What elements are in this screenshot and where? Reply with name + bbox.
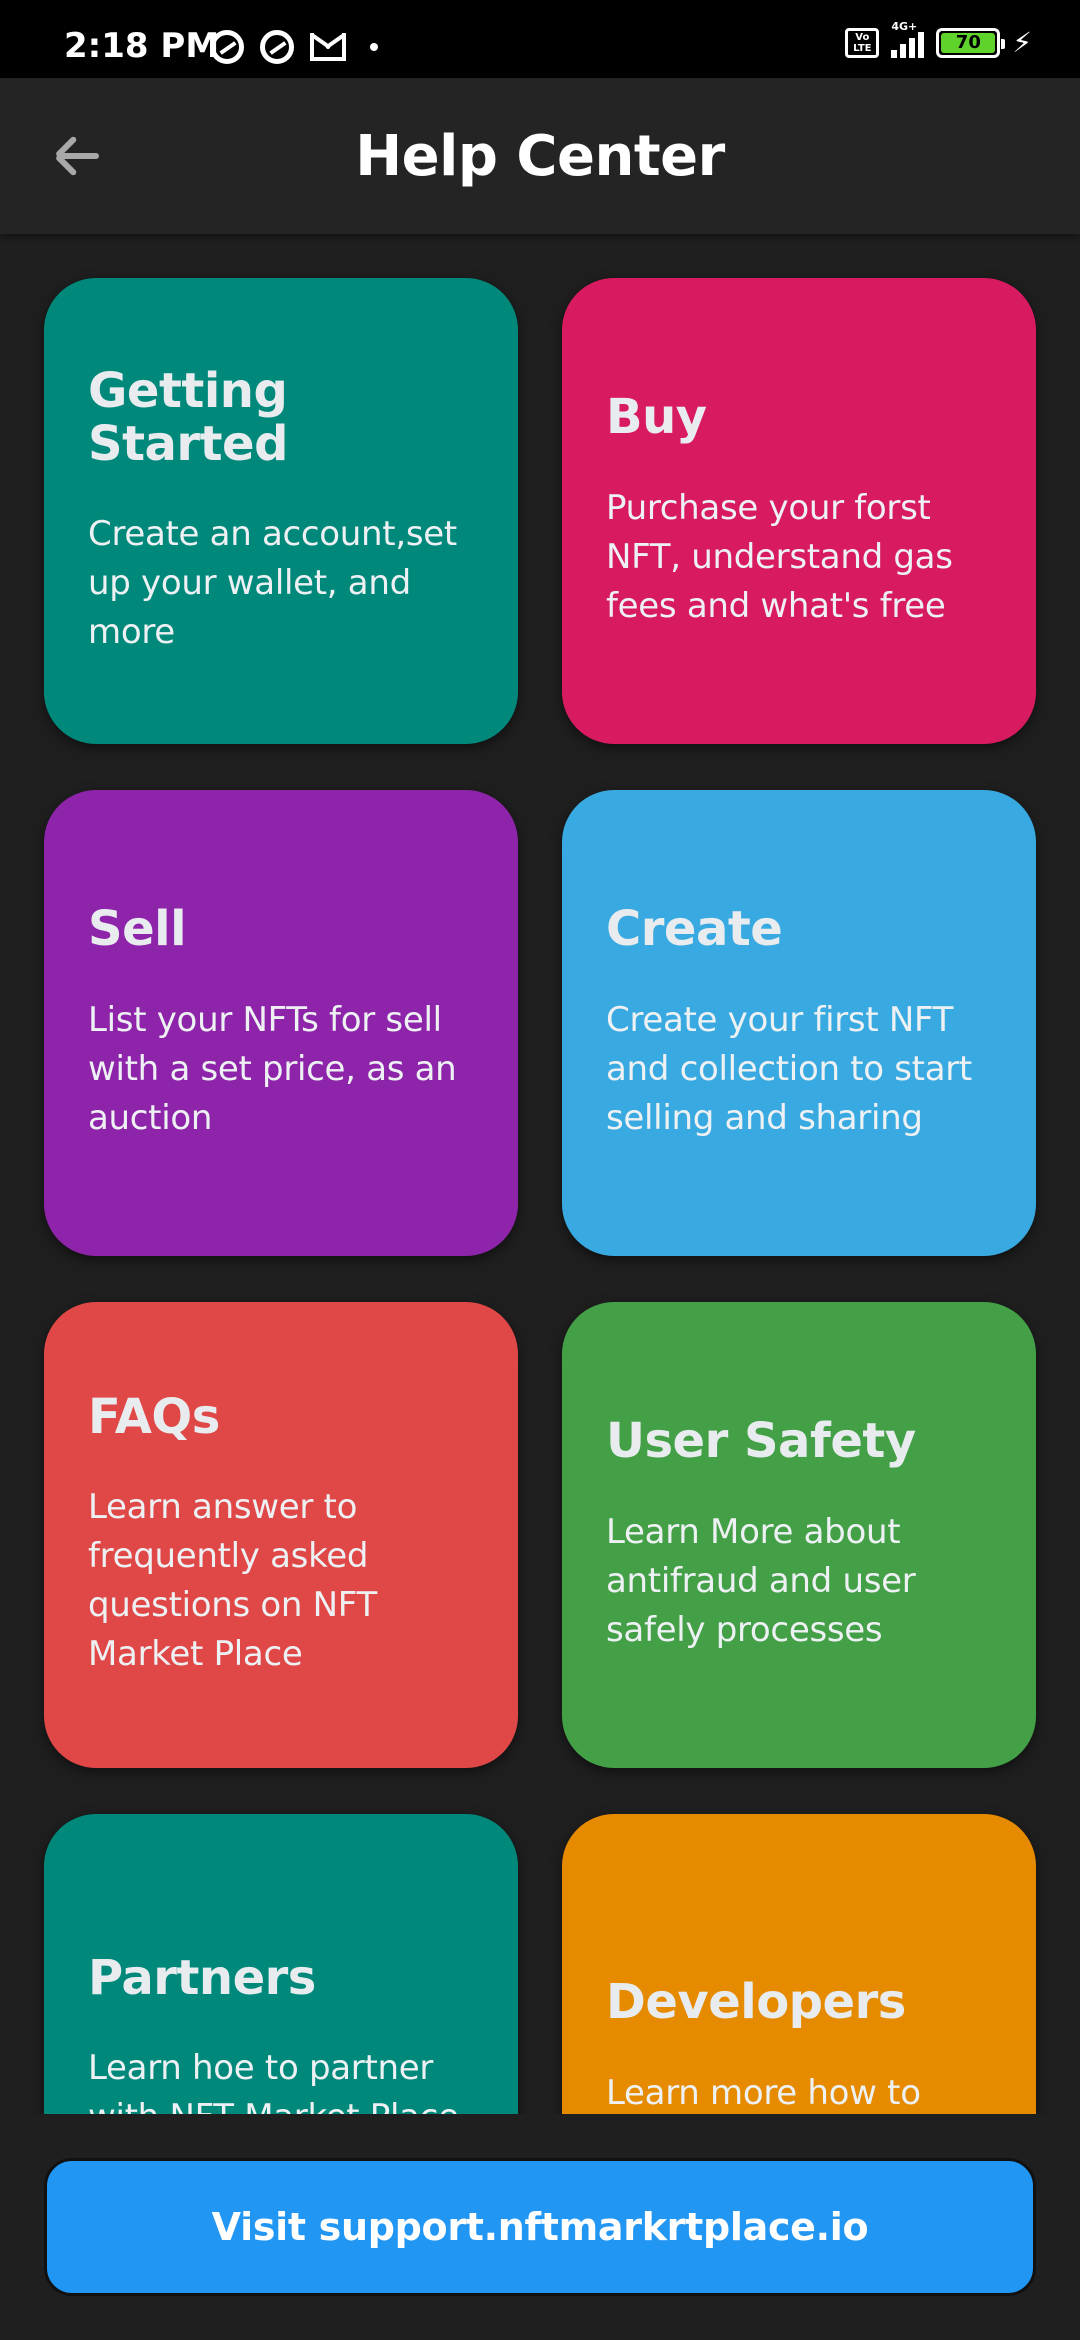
system-icons: Vo LTE 4G+ 70 ⚡ bbox=[845, 20, 1032, 59]
card-title: Sell bbox=[88, 901, 187, 958]
target-icon bbox=[260, 30, 294, 64]
gmail-icon bbox=[310, 33, 346, 61]
card-sell[interactable]: Sell List your NFTs for sell with a set … bbox=[44, 790, 518, 1256]
volte-icon: Vo LTE bbox=[845, 28, 880, 58]
visit-support-button[interactable]: Visit support.nftmarkrtplace.io bbox=[44, 2158, 1036, 2296]
card-title: Partners bbox=[88, 1949, 316, 2006]
status-bar: 2:18 PM Vo LTE 4G+ 70 ⚡ bbox=[0, 0, 1080, 78]
card-description: Create your first NFT and collection to … bbox=[606, 999, 972, 1138]
card-description: Learn More about antifraud and user safe… bbox=[606, 1511, 916, 1650]
card-user-safety[interactable]: User Safety Learn More about antifraud a… bbox=[562, 1302, 1036, 1768]
card-description: Purchase your forst NFT, understand gas … bbox=[606, 487, 953, 626]
card-title: Buy bbox=[606, 389, 707, 446]
notification-icons bbox=[210, 30, 378, 64]
status-time: 2:18 PM bbox=[64, 26, 220, 66]
battery-icon: 70 bbox=[936, 28, 1006, 58]
card-buy[interactable]: Buy Purchase your forst NFT, understand … bbox=[562, 278, 1036, 744]
app-bar: Help Center bbox=[0, 78, 1080, 234]
card-description: Learn more how to bbox=[606, 2072, 921, 2113]
page-title: Help Center bbox=[355, 124, 725, 189]
card-partners[interactable]: Partners Learn hoe to partner with NFT M… bbox=[44, 1814, 518, 2114]
charging-icon: ⚡ bbox=[1012, 26, 1032, 59]
card-create[interactable]: Create Create your first NFT and collect… bbox=[562, 790, 1036, 1256]
target-icon bbox=[210, 30, 244, 64]
card-getting-started[interactable]: Getting Started Create an account,set up… bbox=[44, 278, 518, 744]
card-developers[interactable]: Developers Learn more how to bbox=[562, 1814, 1036, 2114]
card-title: Developers bbox=[606, 1974, 906, 2031]
card-description: Create an account,set up your wallet, an… bbox=[88, 514, 457, 653]
card-title: Getting Started bbox=[88, 362, 288, 472]
help-topics-grid[interactable]: Getting Started Create an account,set up… bbox=[0, 234, 1080, 2114]
card-title: Create bbox=[606, 901, 783, 958]
signal-icon: 4G+ bbox=[891, 20, 925, 58]
card-description: Learn hoe to partner with NFT Market Pla… bbox=[88, 2048, 459, 2114]
card-description: Learn answer to frequently asked questio… bbox=[88, 1487, 377, 1675]
battery-level: 70 bbox=[941, 33, 996, 53]
bottom-action-bar: Visit support.nftmarkrtplace.io bbox=[0, 2114, 1080, 2340]
dot-icon bbox=[370, 43, 378, 51]
card-faqs[interactable]: FAQs Learn answer to frequently asked qu… bbox=[44, 1302, 518, 1768]
network-type-label: 4G+ bbox=[891, 20, 918, 33]
card-title: FAQs bbox=[88, 1388, 220, 1445]
card-title: User Safety bbox=[606, 1413, 916, 1470]
card-description: List your NFTs for sell with a set price… bbox=[88, 999, 457, 1138]
